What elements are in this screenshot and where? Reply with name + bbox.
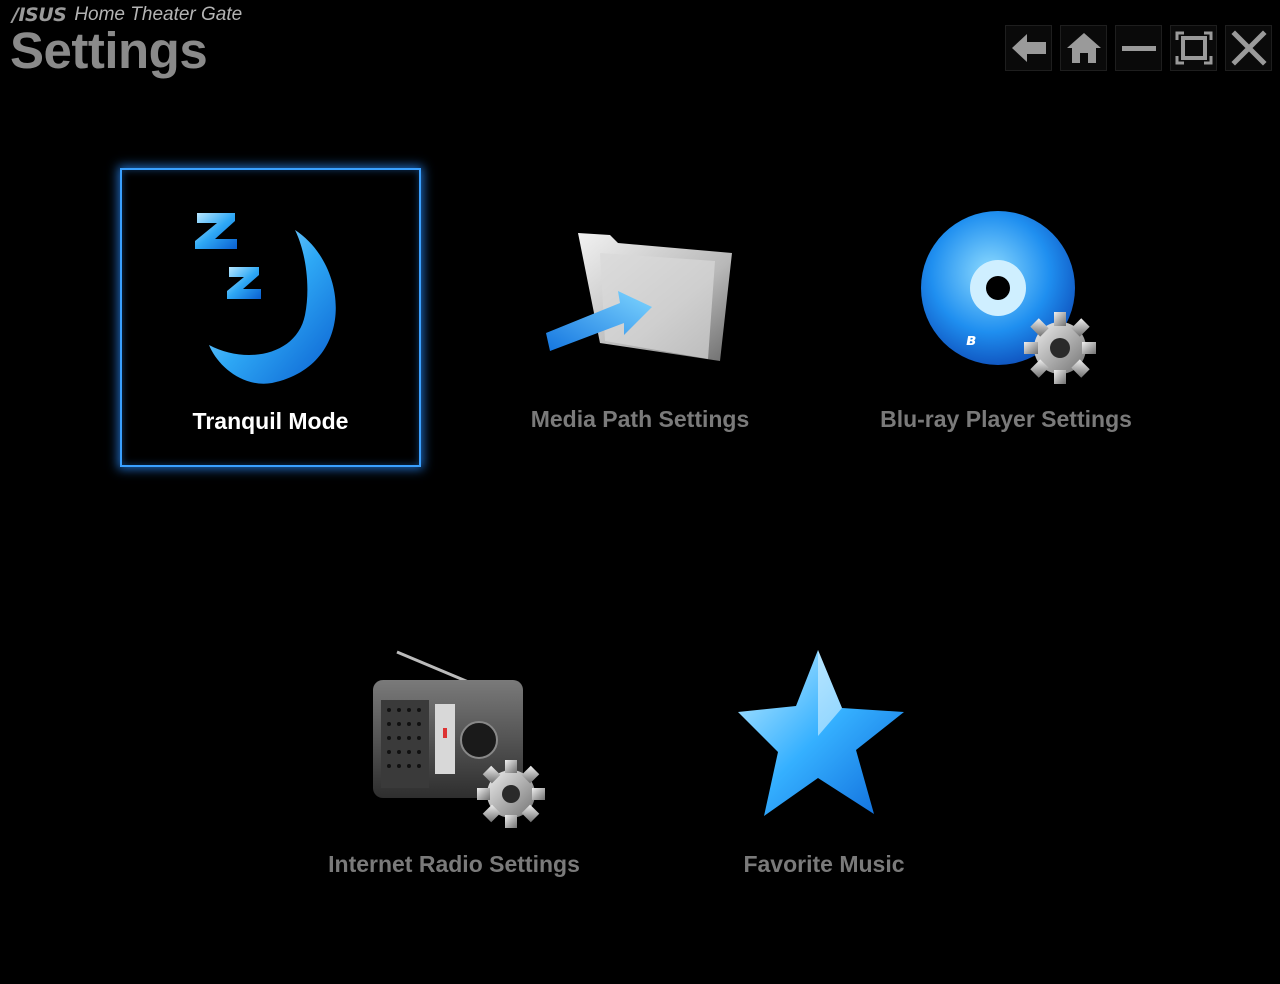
- tile-internet-radio-settings[interactable]: Internet Radio Settings: [304, 614, 604, 913]
- maximize-button[interactable]: [1170, 25, 1217, 71]
- tile-label: Media Path Settings: [530, 406, 750, 432]
- tile-label: Favorite Music: [743, 851, 905, 877]
- tile-favorite-music[interactable]: Favorite Music: [674, 614, 974, 913]
- back-arrow-icon: [1011, 34, 1046, 62]
- bluray-disc-gear-icon: ʙ: [921, 211, 1096, 384]
- tile-label: Tranquil Mode: [192, 408, 349, 434]
- folder-arrow-icon: [546, 233, 732, 361]
- back-button[interactable]: [1005, 25, 1052, 71]
- tile-label: Blu-ray Player Settings: [880, 406, 1132, 432]
- maximize-icon: [1175, 31, 1212, 65]
- tile-tranquil-mode[interactable]: Tranquil Mode: [120, 168, 421, 467]
- radio-gear-icon: [373, 650, 545, 828]
- close-icon: [1230, 30, 1267, 66]
- window-controls: [1005, 25, 1272, 71]
- home-icon: [1066, 33, 1101, 63]
- tile-bluray-player-settings[interactable]: ʙ Blu-ray Player Settings: [856, 168, 1156, 467]
- close-button[interactable]: [1225, 25, 1272, 71]
- minimize-button[interactable]: [1115, 25, 1162, 71]
- minimize-icon: [1121, 46, 1156, 51]
- moon-zzz-icon: [195, 213, 336, 384]
- star-icon: [738, 650, 904, 816]
- tile-label: Internet Radio Settings: [328, 851, 580, 877]
- page-title: Settings: [10, 22, 208, 79]
- tile-media-path-settings[interactable]: Media Path Settings: [490, 168, 790, 467]
- svg-text:ʙ: ʙ: [966, 330, 976, 349]
- home-button[interactable]: [1060, 25, 1107, 71]
